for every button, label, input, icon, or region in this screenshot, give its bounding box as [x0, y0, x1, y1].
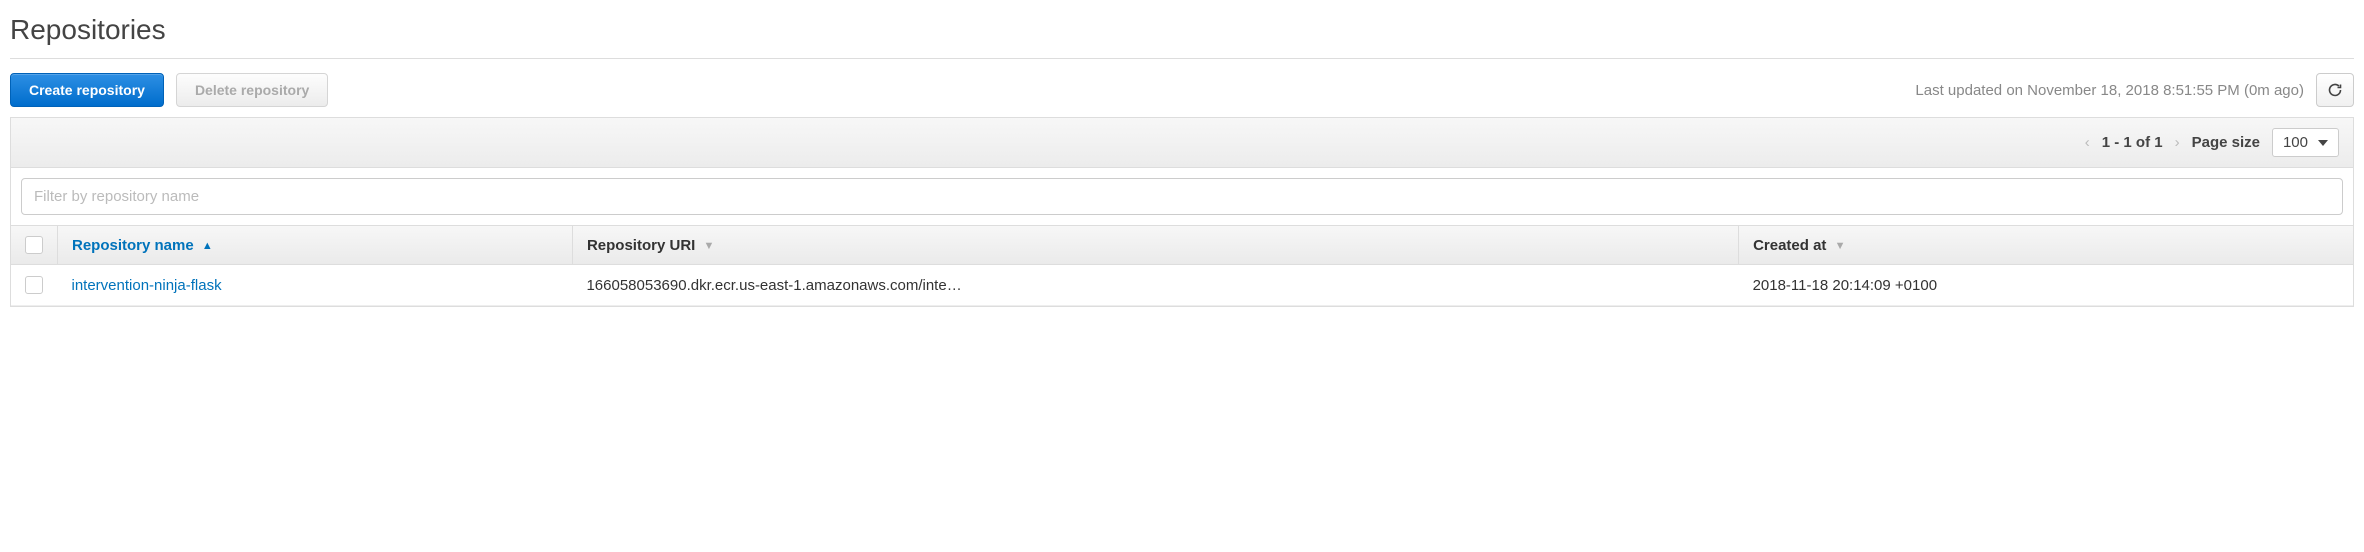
- delete-repository-button[interactable]: Delete repository: [176, 73, 328, 107]
- filter-input[interactable]: [21, 178, 2343, 215]
- sort-none-icon: ▼: [704, 240, 715, 252]
- refresh-icon: [2327, 82, 2343, 98]
- column-header-created[interactable]: Created at ▼: [1739, 226, 2353, 265]
- toolbar: Create repository Delete repository Last…: [10, 59, 2354, 117]
- table-header-row: Repository name ▲ Repository URI ▼ Creat…: [11, 226, 2353, 265]
- select-all-checkbox[interactable]: [25, 236, 43, 254]
- table-row: intervention-ninja-flask 166058053690.dk…: [11, 265, 2353, 306]
- column-header-uri[interactable]: Repository URI ▼: [572, 226, 1738, 265]
- column-header-uri-label: Repository URI: [587, 237, 695, 254]
- prev-page-button[interactable]: ‹: [2085, 134, 2090, 151]
- page-header: Repositories: [10, 10, 2354, 59]
- pagination-range: 1 - 1 of 1: [2102, 134, 2163, 151]
- page-size-value: 100: [2283, 134, 2308, 151]
- create-repository-button[interactable]: Create repository: [10, 73, 164, 107]
- filter-bar: [11, 168, 2353, 225]
- page-size-label: Page size: [2192, 134, 2260, 151]
- repositories-table: Repository name ▲ Repository URI ▼ Creat…: [11, 225, 2353, 306]
- sort-none-icon: ▼: [1835, 240, 1846, 252]
- page-title: Repositories: [10, 14, 2354, 46]
- repository-link[interactable]: intervention-ninja-flask: [72, 277, 222, 294]
- sort-asc-icon: ▲: [202, 240, 213, 252]
- column-header-name-label: Repository name: [72, 237, 194, 254]
- pagination-bar: ‹ 1 - 1 of 1 › Page size 100: [11, 118, 2353, 168]
- column-header-name[interactable]: Repository name ▲: [58, 226, 573, 265]
- next-page-button[interactable]: ›: [2175, 134, 2180, 151]
- cell-created: 2018-11-18 20:14:09 +0100: [1739, 265, 2353, 306]
- refresh-button[interactable]: [2316, 73, 2354, 107]
- last-updated-text: Last updated on November 18, 2018 8:51:5…: [1915, 82, 2304, 99]
- column-header-created-label: Created at: [1753, 237, 1826, 254]
- cell-name: intervention-ninja-flask: [58, 265, 573, 306]
- select-all-header: [11, 226, 58, 265]
- cell-uri: 166058053690.dkr.ecr.us-east-1.amazonaws…: [572, 265, 1738, 306]
- table-container: ‹ 1 - 1 of 1 › Page size 100 Repository …: [10, 117, 2354, 307]
- row-checkbox[interactable]: [25, 276, 43, 294]
- row-select-cell: [11, 265, 58, 306]
- chevron-down-icon: [2318, 140, 2328, 146]
- page-size-select[interactable]: 100: [2272, 128, 2339, 157]
